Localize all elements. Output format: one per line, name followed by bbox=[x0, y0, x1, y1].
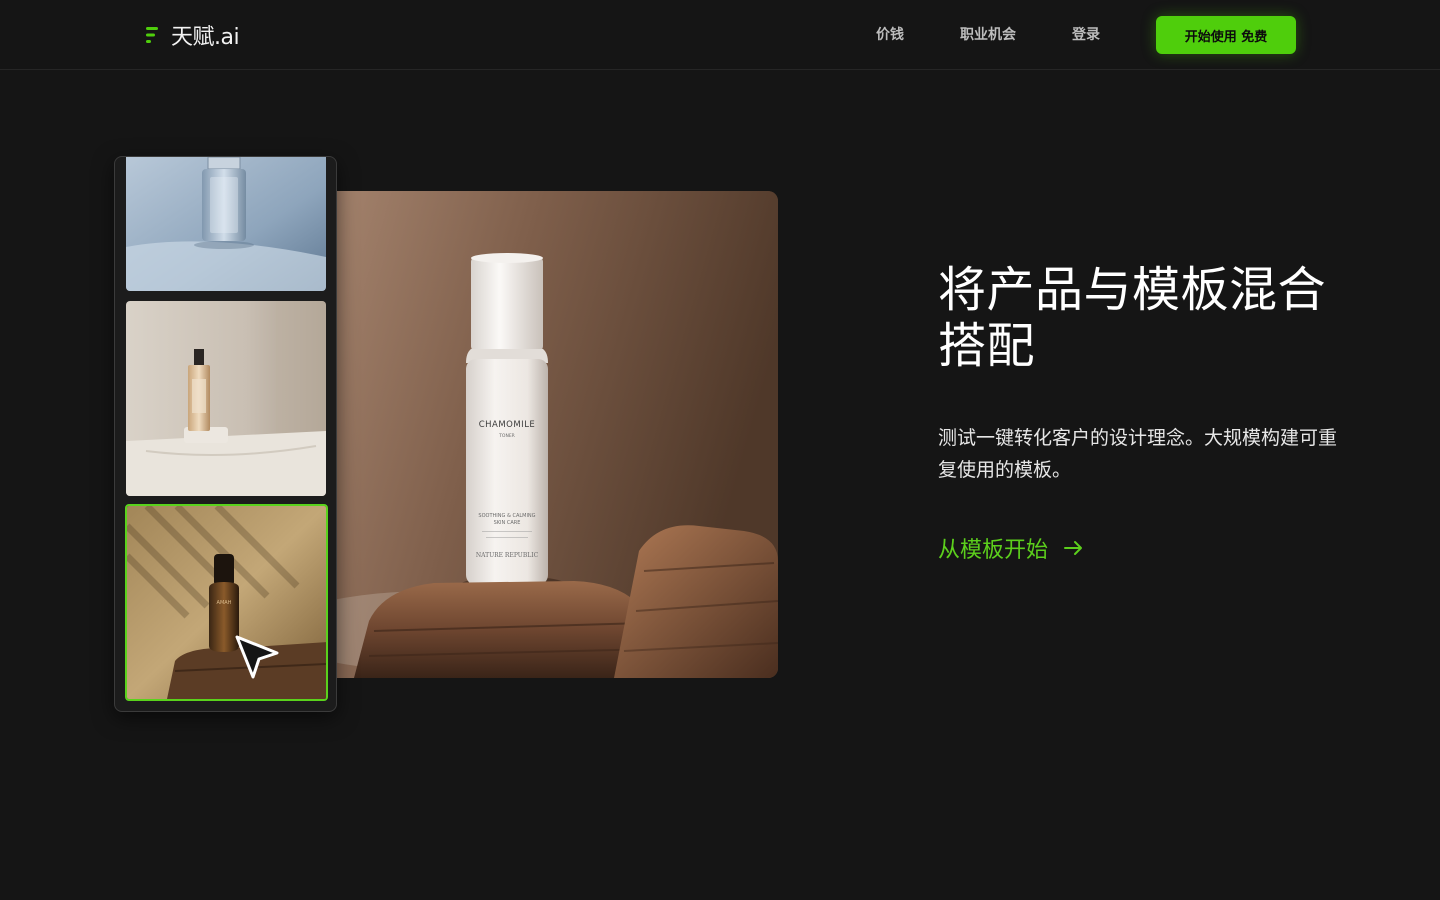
template-thumbnail-2[interactable] bbox=[126, 301, 326, 496]
hero-headline: 将产品与模板混合搭配 bbox=[938, 262, 1327, 374]
template-thumbnail-1[interactable] bbox=[126, 157, 326, 291]
arrow-right-icon bbox=[1064, 541, 1083, 555]
nav-link-pricing[interactable]: 价钱 bbox=[876, 24, 904, 46]
product-tagline-2: SKIN CARE bbox=[494, 520, 521, 526]
top-nav-bar: 天赋.ai 价钱 职业机会 登录 开始使用 免费 bbox=[0, 0, 1440, 70]
get-started-free-button[interactable]: 开始使用 免费 bbox=[1156, 16, 1296, 54]
product-type-label: TONER bbox=[498, 433, 515, 439]
product-template-showcase: CHAMOMILE TONER SOOTHING & CALMING SKIN … bbox=[114, 156, 784, 716]
logo-text: 天赋.ai bbox=[171, 25, 240, 50]
thumbnail-3-label: AMAH bbox=[217, 600, 232, 606]
main-product-image: CHAMOMILE TONER SOOTHING & CALMING SKIN … bbox=[314, 191, 778, 678]
nav-link-login[interactable]: 登录 bbox=[1072, 24, 1100, 46]
start-from-template-label: 从模板开始 bbox=[938, 538, 1049, 563]
template-thumbnail-3-selected[interactable]: AMAH bbox=[125, 504, 328, 701]
logo[interactable]: 天赋.ai bbox=[144, 18, 240, 52]
product-tagline-1: SOOTHING & CALMING bbox=[478, 513, 535, 519]
nav-link-careers[interactable]: 职业机会 bbox=[960, 24, 1016, 46]
hero-description: 测试一键转化客户的设计理念。大规模构建可重复使用的模板。 bbox=[938, 427, 1338, 481]
start-from-template-link[interactable]: 从模板开始 bbox=[938, 532, 1086, 564]
product-brand-label: NATURE REPUBLIC bbox=[476, 552, 539, 559]
template-thumbnail-panel: AMAH bbox=[114, 156, 337, 712]
stacked-bars-logo-icon bbox=[146, 27, 158, 43]
product-name-label: CHAMOMILE bbox=[479, 420, 536, 430]
